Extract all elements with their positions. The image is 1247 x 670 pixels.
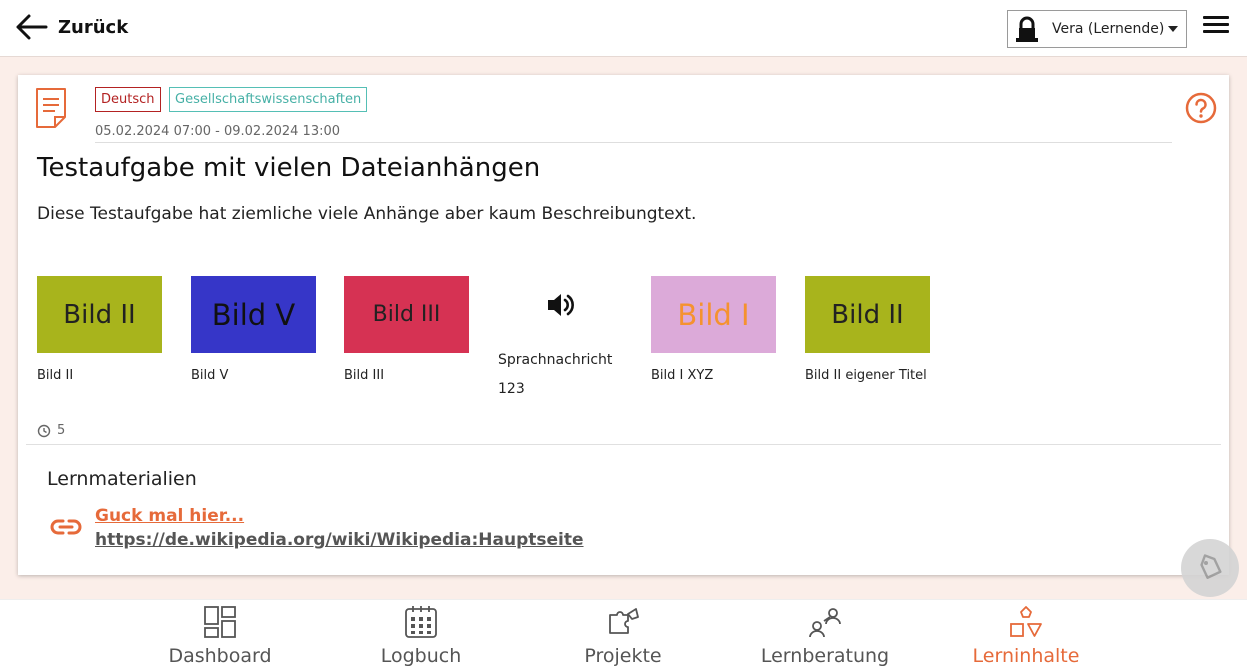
shapes-icon bbox=[1010, 606, 1042, 637]
nav-label: Lernberatung bbox=[760, 645, 890, 667]
audio-label-line1: Sprachnachricht bbox=[498, 352, 613, 368]
audio-label-line2: 123 bbox=[498, 381, 525, 397]
attachment-label: Sprachnachricht 123 bbox=[498, 346, 624, 404]
attachment-thumbnail: Bild III bbox=[344, 276, 469, 353]
user-name: Vera (Lernende) bbox=[1052, 21, 1165, 37]
attachment-image[interactable]: Bild V Bild V bbox=[191, 276, 317, 382]
lock-icon bbox=[1016, 16, 1038, 42]
nav-dashboard[interactable]: Dashboard bbox=[135, 605, 305, 667]
top-bar: Zurück Vera (Lernende) bbox=[0, 0, 1247, 57]
attachment-fab-button[interactable] bbox=[1181, 539, 1239, 597]
counseling-icon bbox=[809, 608, 841, 638]
attachment-label: Bild II bbox=[37, 368, 74, 383]
document-icon bbox=[36, 88, 66, 128]
nav-lerninhalte[interactable]: Lerninhalte bbox=[941, 605, 1111, 667]
hamburger-line bbox=[1203, 30, 1229, 33]
attachment-label: Bild III bbox=[344, 368, 385, 383]
attachment-audio[interactable]: Sprachnachricht 123 bbox=[498, 276, 624, 404]
puzzle-icon bbox=[609, 608, 639, 634]
attachment-label: Bild V bbox=[191, 368, 229, 383]
nav-projekte[interactable]: Projekte bbox=[538, 605, 708, 667]
hamburger-icon bbox=[1203, 16, 1229, 19]
nav-lernberatung[interactable]: Lernberatung bbox=[740, 605, 910, 667]
attachment-thumbnail: Bild II bbox=[805, 276, 930, 353]
chevron-down-icon bbox=[1168, 26, 1178, 32]
section-divider bbox=[26, 444, 1221, 445]
attachment-image[interactable]: Bild II Bild II bbox=[37, 276, 163, 382]
task-description: Diese Testaufgabe hat ziemliche viele An… bbox=[37, 204, 697, 224]
count-value: 5 bbox=[57, 423, 66, 438]
nav-label: Lerninhalte bbox=[972, 645, 1080, 667]
back-button[interactable]: Zurück bbox=[14, 10, 128, 44]
nav-logbuch[interactable]: Logbuch bbox=[336, 605, 506, 667]
dashboard-icon bbox=[204, 606, 236, 638]
attachment-image[interactable]: Bild II Bild II eigener Titel bbox=[805, 276, 955, 382]
tag-icon bbox=[1200, 554, 1222, 579]
attachment-image[interactable]: Bild I Bild I XYZ bbox=[651, 276, 777, 382]
clock-icon bbox=[37, 424, 51, 437]
subject-tag-deutsch: Deutsch bbox=[95, 87, 161, 112]
nav-label: Projekte bbox=[584, 645, 662, 667]
subject-tag-gesellschaft: Gesellschaftswissenschaften bbox=[169, 87, 368, 112]
speaker-icon bbox=[498, 276, 623, 334]
header-divider bbox=[95, 142, 1172, 143]
attachment-label: Bild I XYZ bbox=[651, 368, 714, 383]
user-select[interactable]: Vera (Lernende) bbox=[1007, 10, 1187, 48]
task-card: Deutsch Gesellschaftswissenschaften 05.0… bbox=[18, 75, 1229, 575]
nav-label: Logbuch bbox=[380, 645, 462, 667]
link-icon bbox=[50, 519, 82, 535]
material-link-url[interactable]: https://de.wikipedia.org/wiki/Wikipedia:… bbox=[95, 530, 584, 550]
task-title: Testaufgabe mit vielen Dateianhängen bbox=[37, 153, 541, 183]
attachment-count: 5 bbox=[37, 423, 65, 438]
attachment-label: Bild II eigener Titel bbox=[805, 368, 927, 383]
bottom-navigation: Dashboard Logbuch Projekte Lernberatung … bbox=[0, 599, 1247, 670]
attachment-thumbnail: Bild V bbox=[191, 276, 316, 353]
nav-label: Dashboard bbox=[168, 645, 272, 667]
attachment-thumbnail: Bild I bbox=[651, 276, 776, 353]
back-label: Zurück bbox=[58, 16, 129, 38]
date-range: 05.02.2024 07:00 - 09.02.2024 13:00 bbox=[95, 124, 341, 139]
hamburger-line bbox=[1203, 23, 1229, 26]
material-link-title[interactable]: Guck mal hier... bbox=[95, 506, 244, 526]
attachment-image[interactable]: Bild III Bild III bbox=[344, 276, 470, 382]
arrow-left-icon bbox=[16, 14, 48, 40]
attachment-thumbnail: Bild II bbox=[37, 276, 162, 353]
calendar-icon bbox=[405, 606, 437, 638]
materials-heading: Lernmaterialien bbox=[47, 468, 197, 490]
help-icon[interactable] bbox=[1185, 92, 1217, 124]
menu-button[interactable] bbox=[1203, 16, 1229, 38]
